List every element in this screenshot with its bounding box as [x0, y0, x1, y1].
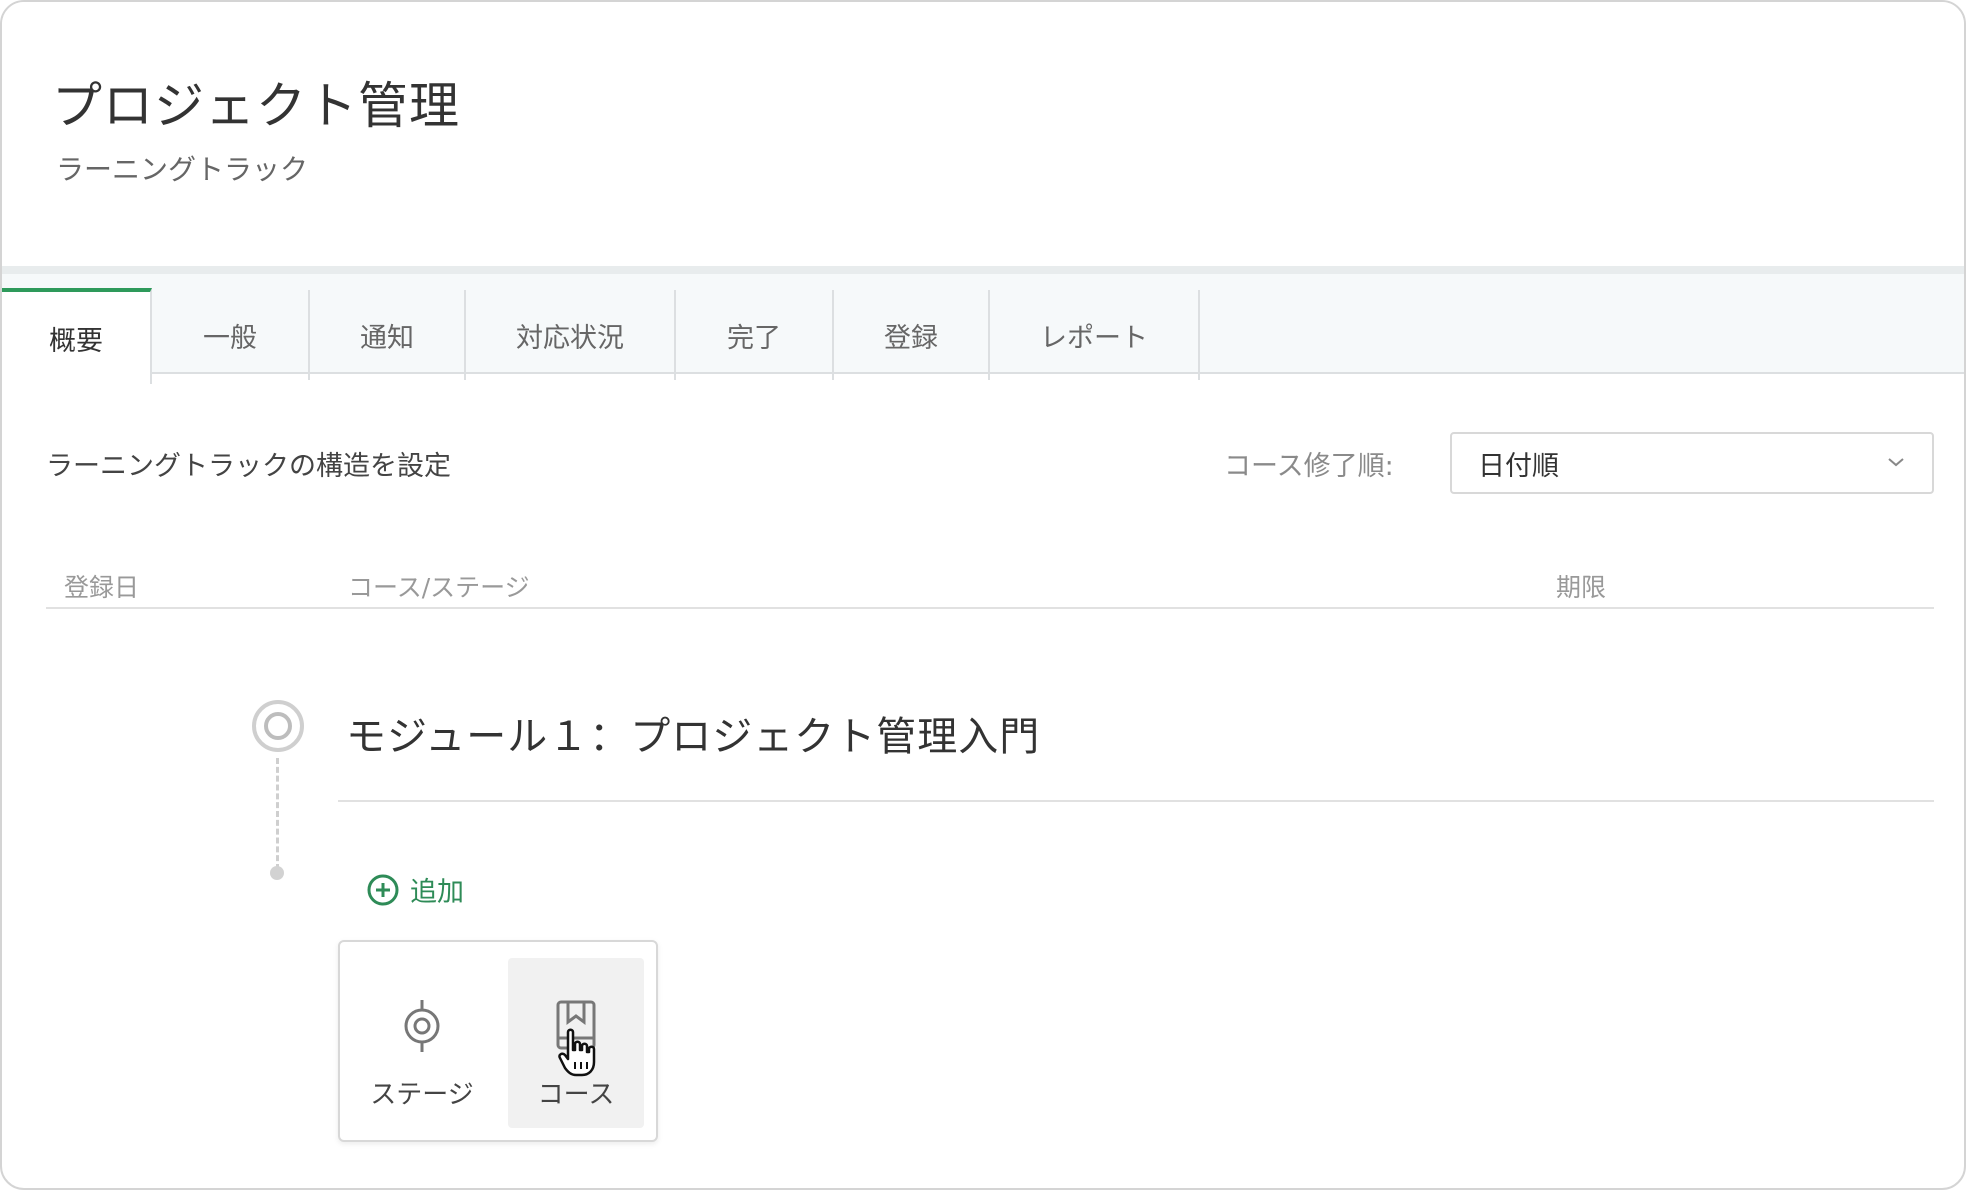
- plus-circle-icon: [367, 874, 399, 905]
- page-subtitle: ラーニングトラック: [56, 153, 309, 186]
- tab-report[interactable]: レポート: [990, 290, 1200, 380]
- column-header-course-stage: コース/ステージ: [348, 573, 530, 602]
- app-window: プロジェクト管理 ラーニングトラック 概要 一般 通知 対応状況 完了 登録 レ…: [0, 0, 1966, 1190]
- order-select[interactable]: 日付順: [1450, 432, 1934, 494]
- page-header: プロジェクト管理 ラーニングトラック: [2, 2, 1964, 266]
- tab-completion[interactable]: 完了: [676, 290, 834, 380]
- module-divider: [338, 800, 1934, 802]
- tab-general[interactable]: 一般: [152, 290, 310, 380]
- chevron-down-icon: [1888, 458, 1904, 467]
- module-node-icon: [252, 700, 304, 752]
- add-course-label: コース: [537, 1080, 615, 1110]
- order-label: コース修了順:: [1224, 451, 1394, 482]
- column-header-deadline: 期限: [1556, 573, 1607, 602]
- timeline-end-dot: [270, 866, 284, 880]
- add-stage-option[interactable]: ステージ: [354, 958, 490, 1128]
- tab-bar: 概要 一般 通知 対応状況 完了 登録 レポート: [2, 266, 1964, 384]
- tab-status[interactable]: 対応状況: [466, 290, 676, 380]
- tab-notifications[interactable]: 通知: [310, 290, 466, 380]
- target-icon: [404, 1000, 440, 1052]
- add-button-label: 追加: [410, 877, 464, 908]
- hand-pointer-icon: [558, 1028, 596, 1077]
- order-select-value: 日付順: [1478, 450, 1559, 482]
- module-title[interactable]: モジュール１：プロジェクト管理入門: [346, 704, 1040, 762]
- tab-registration[interactable]: 登録: [834, 290, 990, 380]
- add-button[interactable]: 追加: [366, 870, 464, 909]
- add-menu-popup: ステージ コース: [338, 940, 658, 1142]
- column-header-registered: 登録日: [64, 573, 140, 602]
- table-header-divider: [46, 607, 1934, 609]
- page-title: プロジェクト管理: [52, 77, 460, 135]
- add-stage-label: ステージ: [370, 1080, 474, 1110]
- timeline-connector: [276, 758, 279, 870]
- structure-section-label: ラーニングトラックの構造を設定: [46, 451, 451, 482]
- tab-overview[interactable]: 概要: [2, 288, 152, 384]
